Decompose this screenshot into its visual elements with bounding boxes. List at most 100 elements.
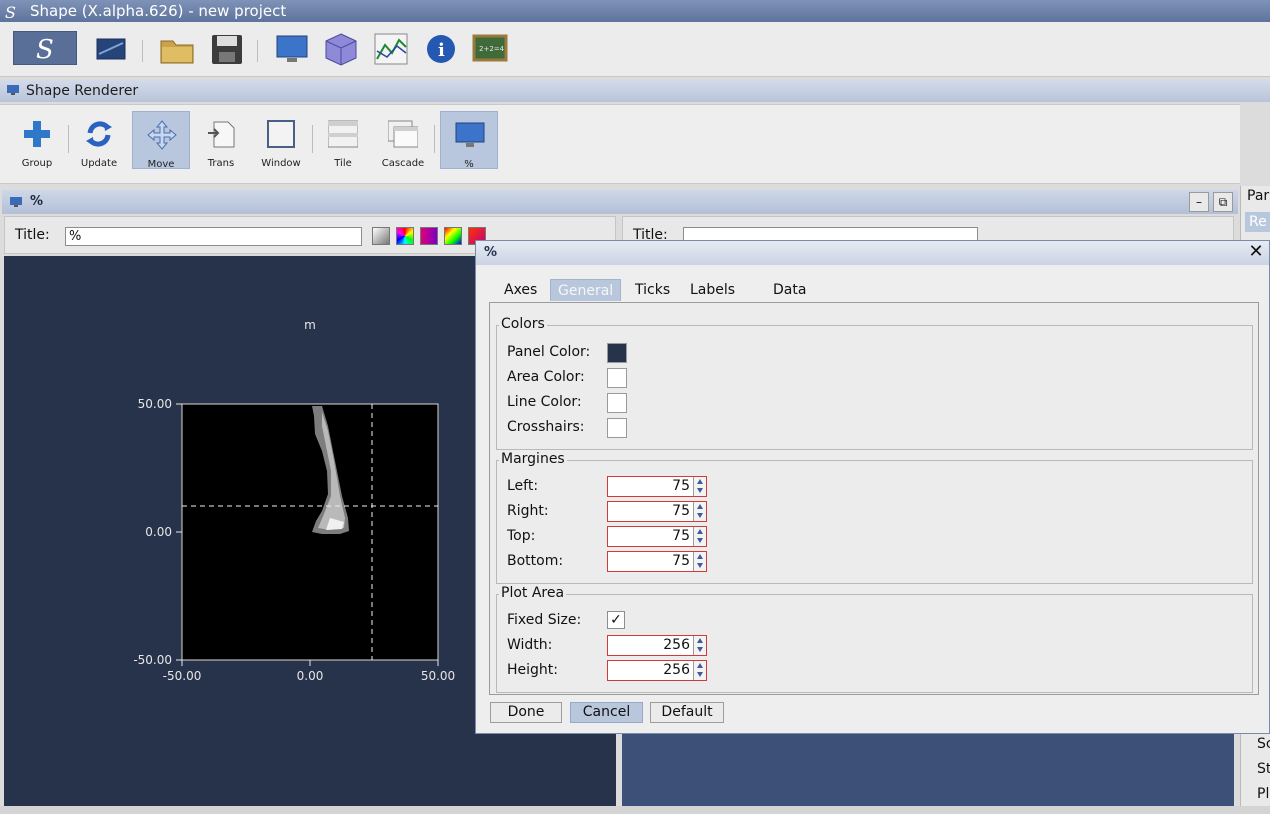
general-tab-content: Colors Panel Color: Area Color: Line Col… bbox=[489, 302, 1259, 695]
restore-button[interactable]: ⧉ bbox=[1213, 192, 1233, 212]
margins-group-title: Margines bbox=[499, 451, 567, 467]
tab-data[interactable]: Data bbox=[766, 279, 813, 301]
refresh-icon bbox=[86, 121, 112, 147]
fixed-size-checkbox[interactable]: ✓ bbox=[607, 611, 625, 629]
line-color-label: Line Color: bbox=[507, 394, 582, 410]
svg-text:i: i bbox=[438, 40, 445, 61]
renderer-toolbar: Group Update Move Trans Window Tile Casc… bbox=[0, 104, 1240, 184]
tab-axes[interactable]: Axes bbox=[497, 279, 544, 301]
width-label: Width: bbox=[507, 637, 553, 653]
monitor-icon[interactable] bbox=[274, 31, 310, 67]
chart-icon[interactable] bbox=[373, 31, 409, 67]
plot-header-label: m bbox=[304, 318, 316, 332]
minimize-button[interactable]: – bbox=[1189, 192, 1209, 212]
right-margin-spinner[interactable]: 75 bbox=[607, 501, 707, 522]
colors-group: Colors Panel Color: Area Color: Line Col… bbox=[496, 316, 1253, 450]
magenta-swatch-icon[interactable] bbox=[420, 227, 438, 245]
move-button[interactable]: Move bbox=[132, 111, 190, 170]
bottom-strip bbox=[0, 806, 1270, 814]
toolbar-separator bbox=[312, 125, 313, 153]
app-logo-icon: S bbox=[5, 3, 16, 22]
top-margin-label: Top: bbox=[507, 528, 536, 544]
area-color-swatch[interactable] bbox=[607, 368, 627, 388]
tab-labels[interactable]: Labels bbox=[683, 279, 742, 301]
top-margin-spinner[interactable]: 75 bbox=[607, 526, 707, 547]
area-color-label: Area Color: bbox=[507, 369, 585, 385]
x-tick-label: 50.00 bbox=[421, 669, 455, 683]
plus-icon bbox=[24, 121, 50, 147]
bottom-margin-spinner[interactable]: 75 bbox=[607, 551, 707, 572]
side-panel-button[interactable]: Re bbox=[1245, 212, 1270, 232]
dialog-title: % bbox=[484, 245, 498, 260]
color-wheel-icon[interactable] bbox=[396, 227, 414, 245]
bottom-margin-label: Bottom: bbox=[507, 553, 564, 569]
cascade-button[interactable]: Cascade bbox=[374, 111, 432, 169]
plot-area-group: Plot Area Fixed Size: ✓ Width: 256 Heigh… bbox=[496, 585, 1253, 693]
monitor-icon bbox=[7, 85, 19, 95]
move-icon bbox=[147, 120, 177, 150]
main-toolbar: S i 2+2=4 bbox=[0, 22, 1270, 77]
plot-window-title: % bbox=[30, 194, 44, 209]
panel-color-swatch[interactable] bbox=[607, 343, 627, 363]
window-icon bbox=[267, 120, 295, 148]
width-spinner[interactable]: 256 bbox=[607, 635, 707, 656]
height-label: Height: bbox=[507, 662, 558, 678]
default-button[interactable]: Default bbox=[650, 702, 724, 723]
panel-color-label: Panel Color: bbox=[507, 344, 591, 360]
toolbar-separator bbox=[434, 125, 435, 153]
spinner-arrows-icon[interactable] bbox=[693, 661, 706, 680]
side-panel-item: Pl bbox=[1257, 786, 1270, 802]
done-button[interactable]: Done bbox=[490, 702, 562, 723]
colors-group-title: Colors bbox=[499, 316, 547, 332]
chalkboard-icon[interactable]: 2+2=4 bbox=[472, 31, 508, 67]
rainbow-swatch-icon[interactable] bbox=[444, 227, 462, 245]
tile-button[interactable]: Tile bbox=[314, 111, 372, 169]
spinner-arrows-icon[interactable] bbox=[693, 477, 706, 496]
screen-icon[interactable] bbox=[96, 38, 126, 60]
x-tick-label: 0.00 bbox=[297, 669, 324, 683]
crosshairs-label: Crosshairs: bbox=[507, 419, 585, 435]
toolbar-separator bbox=[142, 40, 143, 62]
info-icon[interactable]: i bbox=[423, 31, 459, 67]
crosshairs-color-swatch[interactable] bbox=[607, 418, 627, 438]
close-icon[interactable]: ✕ bbox=[1247, 243, 1265, 261]
folder-icon[interactable] bbox=[159, 31, 195, 67]
tile-icon bbox=[328, 120, 358, 148]
app-titlebar: S Shape (X.alpha.626) - new project bbox=[0, 0, 1270, 22]
fixed-size-label: Fixed Size: bbox=[507, 612, 582, 628]
cascade-icon bbox=[388, 120, 418, 148]
group-button[interactable]: Group bbox=[8, 111, 66, 169]
monitor-icon bbox=[455, 122, 485, 147]
transform-icon bbox=[208, 121, 235, 148]
spinner-arrows-icon[interactable] bbox=[693, 527, 706, 546]
window-button[interactable]: Window bbox=[252, 111, 310, 169]
renderer-title: Shape Renderer bbox=[26, 83, 139, 99]
left-margin-spinner[interactable]: 75 bbox=[607, 476, 707, 497]
side-panel-item: St bbox=[1257, 761, 1270, 777]
trans-button[interactable]: Trans bbox=[192, 111, 250, 169]
plot-area bbox=[181, 403, 439, 661]
plot-window-header: % bbox=[2, 190, 1238, 214]
app-title: Shape (X.alpha.626) - new project bbox=[30, 2, 287, 20]
save-icon[interactable] bbox=[209, 31, 245, 67]
gradient-swatch-icon[interactable] bbox=[372, 227, 390, 245]
height-spinner[interactable]: 256 bbox=[607, 660, 707, 681]
shape-logo-icon[interactable]: S bbox=[13, 31, 77, 65]
percent-window-button[interactable]: % bbox=[440, 111, 498, 170]
toolbar-separator bbox=[68, 125, 69, 153]
spinner-arrows-icon[interactable] bbox=[693, 502, 706, 521]
y-tick-label: -50.00 bbox=[133, 653, 172, 667]
line-color-swatch[interactable] bbox=[607, 393, 627, 413]
spinner-arrows-icon[interactable] bbox=[693, 636, 706, 655]
title-input[interactable]: % bbox=[65, 227, 362, 246]
tab-general[interactable]: General bbox=[550, 279, 622, 301]
cancel-button[interactable]: Cancel bbox=[570, 702, 643, 723]
cube-icon[interactable] bbox=[323, 31, 359, 67]
tab-ticks[interactable]: Ticks bbox=[628, 279, 677, 301]
spinner-arrows-icon[interactable] bbox=[693, 552, 706, 571]
y-tick-label: 0.00 bbox=[145, 525, 172, 539]
toolbar-separator bbox=[257, 40, 258, 62]
plot-settings-dialog: % ✕ Axes General Ticks Labels Data Color… bbox=[475, 240, 1270, 734]
update-button[interactable]: Update bbox=[70, 111, 128, 169]
left-margin-label: Left: bbox=[507, 478, 539, 494]
